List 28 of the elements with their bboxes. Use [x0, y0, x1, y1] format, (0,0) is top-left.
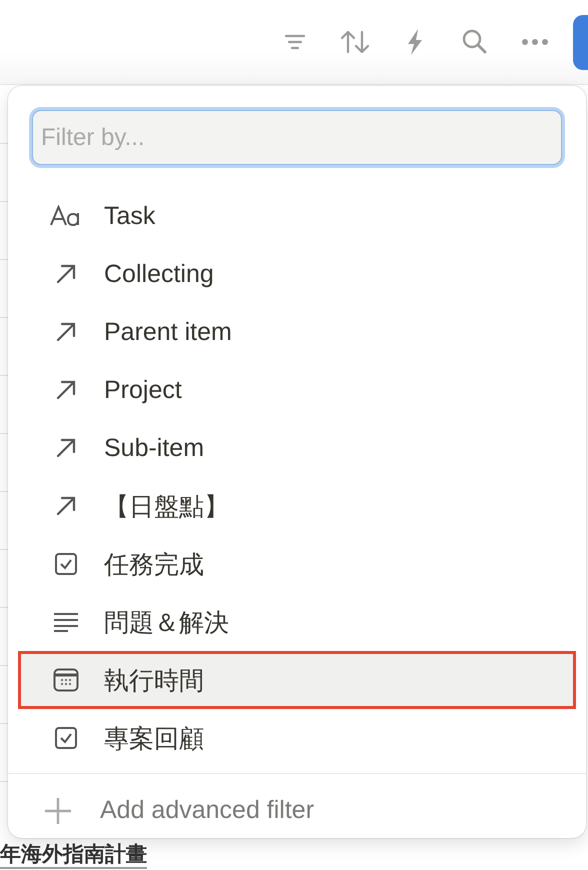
- property-item[interactable]: Task: [18, 187, 576, 245]
- search-field[interactable]: Filter by...: [32, 110, 562, 165]
- arrow-icon: [55, 437, 77, 459]
- property-item[interactable]: 任務完成: [18, 535, 576, 593]
- property-item[interactable]: 執行時間: [18, 651, 576, 709]
- checkbox-icon: [54, 552, 78, 576]
- plus-icon: [44, 796, 72, 824]
- arrow-icon: [55, 263, 77, 285]
- property-item[interactable]: Collecting: [18, 245, 576, 303]
- property-item[interactable]: 專案回顧: [18, 709, 576, 767]
- property-item[interactable]: Sub-item: [18, 419, 576, 477]
- new-button[interactable]: [573, 14, 588, 70]
- lightning-icon[interactable]: [405, 28, 425, 56]
- property-item[interactable]: Project: [18, 361, 576, 419]
- arrow-icon: [55, 321, 77, 343]
- add-filter-button[interactable]: Add advanced filter: [8, 774, 586, 825]
- calendar-icon: [53, 668, 79, 692]
- property-item[interactable]: 【日盤點】: [18, 477, 576, 535]
- text-icon: [50, 205, 82, 227]
- property-item[interactable]: 問題＆解決: [18, 593, 576, 651]
- search-icon[interactable]: [461, 28, 489, 56]
- checkbox-icon: [54, 726, 78, 750]
- lines-icon: [53, 612, 79, 632]
- more-icon[interactable]: [521, 38, 549, 46]
- property-item[interactable]: Parent item: [18, 303, 576, 361]
- arrow-icon: [55, 379, 77, 401]
- sort-icon[interactable]: [340, 29, 370, 55]
- arrow-icon: [55, 495, 77, 517]
